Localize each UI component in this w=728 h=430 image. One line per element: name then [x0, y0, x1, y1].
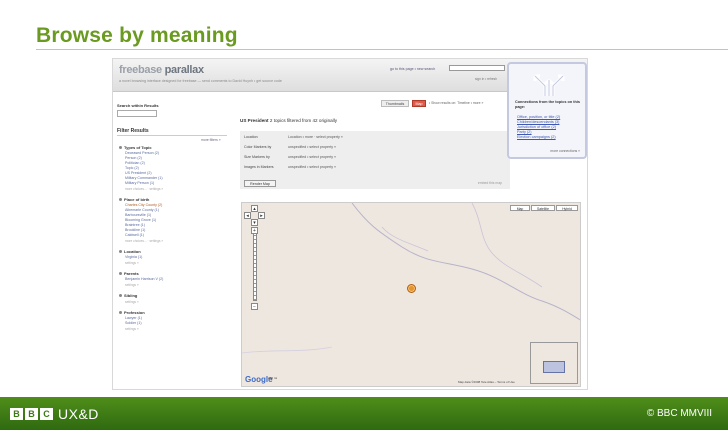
- setting-row: Color Markers by unspecified • select pro…: [244, 145, 336, 149]
- collapse-icon[interactable]: [119, 198, 122, 202]
- render-map-button[interactable]: Render Map: [244, 180, 276, 187]
- more-connections-link[interactable]: more connections »: [550, 149, 580, 153]
- top-search-input[interactable]: [449, 65, 505, 71]
- filter-more-link[interactable]: more choices... · settings »: [119, 238, 227, 244]
- filter-group-label: Place of birth: [124, 197, 150, 202]
- filter-more-link[interactable]: settings »: [119, 282, 227, 288]
- connections-list: Office, position, or title (2) Children/…: [517, 115, 585, 140]
- collapse-icon[interactable]: [119, 294, 122, 298]
- map-type-map-button[interactable]: Map: [510, 205, 530, 211]
- filter-group-label: Profession: [124, 310, 145, 315]
- filter-results-title: Filter Results: [117, 128, 149, 134]
- more-filters-link[interactable]: more filters »: [201, 138, 221, 142]
- query-count: 2 topics filtered from 42 originally: [268, 118, 338, 123]
- overview-viewport-box[interactable]: [543, 361, 565, 373]
- tab-map[interactable]: Map: [412, 100, 426, 107]
- setting-value[interactable]: Location • more · select property »: [288, 135, 343, 139]
- app-logo[interactable]: freebase parallax: [119, 64, 204, 76]
- logo-bold-text: parallax: [164, 64, 204, 76]
- map-type-hybrid-button[interactable]: Hybrid: [556, 205, 578, 211]
- connections-popup: Connections from the topics on this page…: [507, 62, 587, 159]
- collapse-icon[interactable]: [119, 146, 122, 150]
- collapse-icon[interactable]: [119, 272, 122, 276]
- filter-group-label: Location: [124, 249, 141, 254]
- setting-label: Color Markers by: [244, 145, 272, 149]
- map-view[interactable]: Map Satellite Hybrid ▴ ◂ ▸ ▾ + − Google …: [241, 202, 581, 387]
- map-scale: 200 mi: [268, 376, 278, 380]
- title-divider: [36, 49, 728, 50]
- filter-group-label: Types of Topic: [124, 145, 152, 150]
- map-marker-pin[interactable]: [407, 284, 416, 293]
- setting-value[interactable]: unspecified • select property »: [288, 145, 336, 149]
- pan-up-icon[interactable]: ▴: [251, 205, 258, 212]
- user-links[interactable]: sign in • refresh: [475, 77, 497, 81]
- map-credit[interactable]: Map data ©2008 Tele Atlas – Terms of Use: [458, 380, 515, 384]
- connection-link[interactable]: Election campaigns (2): [517, 135, 585, 140]
- pan-right-icon[interactable]: ▸: [258, 212, 265, 219]
- pan-left-icon[interactable]: ◂: [244, 212, 251, 219]
- filter-more-link[interactable]: settings »: [119, 326, 227, 332]
- filter-divider: [117, 135, 227, 136]
- copyright-text: © BBC MMVIII: [646, 408, 712, 419]
- zoom-slider[interactable]: [253, 231, 257, 301]
- collapse-icon[interactable]: [119, 250, 122, 254]
- setting-value[interactable]: unspecified • select property »: [288, 155, 336, 159]
- setting-row: Size Markers by unspecified • select prop…: [244, 155, 336, 159]
- filter-group-label: Sibling: [124, 293, 138, 298]
- branching-arrows-icon: [533, 74, 565, 96]
- filter-group: Place of birth Charles City County (2) Alb…: [119, 197, 227, 244]
- zoom-in-icon[interactable]: +: [251, 227, 258, 234]
- filter-list: Types of Topic Deceased Person (2) Person …: [119, 145, 227, 337]
- filter-more-link[interactable]: settings »: [119, 260, 227, 266]
- setting-value[interactable]: unspecified • select property »: [288, 165, 336, 169]
- embed-map-link[interactable]: embed this map: [478, 181, 502, 185]
- search-within-label: Search within Results: [117, 103, 159, 108]
- query-name: US President: [240, 118, 269, 123]
- slide: Browse by meaning freebase parallax a no…: [0, 0, 728, 430]
- connections-title: Connections from the topics on this page…: [515, 100, 580, 109]
- setting-label: Location: [244, 135, 258, 139]
- filter-group: Location Virginia (1) settings »: [119, 249, 227, 266]
- app-tagline: a novel browsing interface designed for …: [119, 79, 282, 83]
- setting-label: Images in Markers: [244, 165, 274, 169]
- filter-group: Sibling settings »: [119, 293, 227, 305]
- setting-row: Images in Markers unspecified • select pr…: [244, 165, 336, 169]
- top-links[interactable]: go to this page • new search: [390, 67, 435, 71]
- filter-more-link[interactable]: settings »: [119, 299, 227, 305]
- setting-row: Location Location • more · select propert…: [244, 135, 343, 139]
- bbc-logo: BBC: [10, 408, 53, 420]
- pan-down-icon[interactable]: ▾: [251, 219, 258, 226]
- query-title: US President 2 topics filtered from 42 o…: [240, 118, 337, 123]
- show-results-on[interactable]: • Show results on: Timeline • more »: [429, 101, 483, 105]
- footer-bar: BBC UX&D © BBC MMVIII: [0, 397, 728, 430]
- search-within-input[interactable]: [117, 110, 157, 117]
- filter-group: Types of Topic Deceased Person (2) Person …: [119, 145, 227, 192]
- map-overview-inset[interactable]: [530, 342, 578, 384]
- uxd-label: UX&D: [58, 406, 99, 422]
- map-settings-panel: Location Location • more · select propert…: [240, 131, 510, 189]
- collapse-icon[interactable]: [119, 311, 122, 315]
- filter-group: Parents Benjamin Harrison V (2) settings »: [119, 271, 227, 288]
- map-type-satellite-button[interactable]: Satellite: [531, 205, 555, 211]
- setting-label: Size Markers by: [244, 155, 270, 159]
- zoom-out-icon[interactable]: −: [251, 303, 258, 310]
- filter-more-link[interactable]: more choices... · settings »: [119, 186, 227, 192]
- slide-title: Browse by meaning: [36, 24, 238, 47]
- filter-group: Profession Lawyer (1) Soldier (1) settings …: [119, 310, 227, 332]
- logo-light-text: freebase: [119, 64, 165, 76]
- filter-group-label: Parents: [124, 271, 139, 276]
- tab-thumbnails[interactable]: Thumbnails: [381, 100, 409, 107]
